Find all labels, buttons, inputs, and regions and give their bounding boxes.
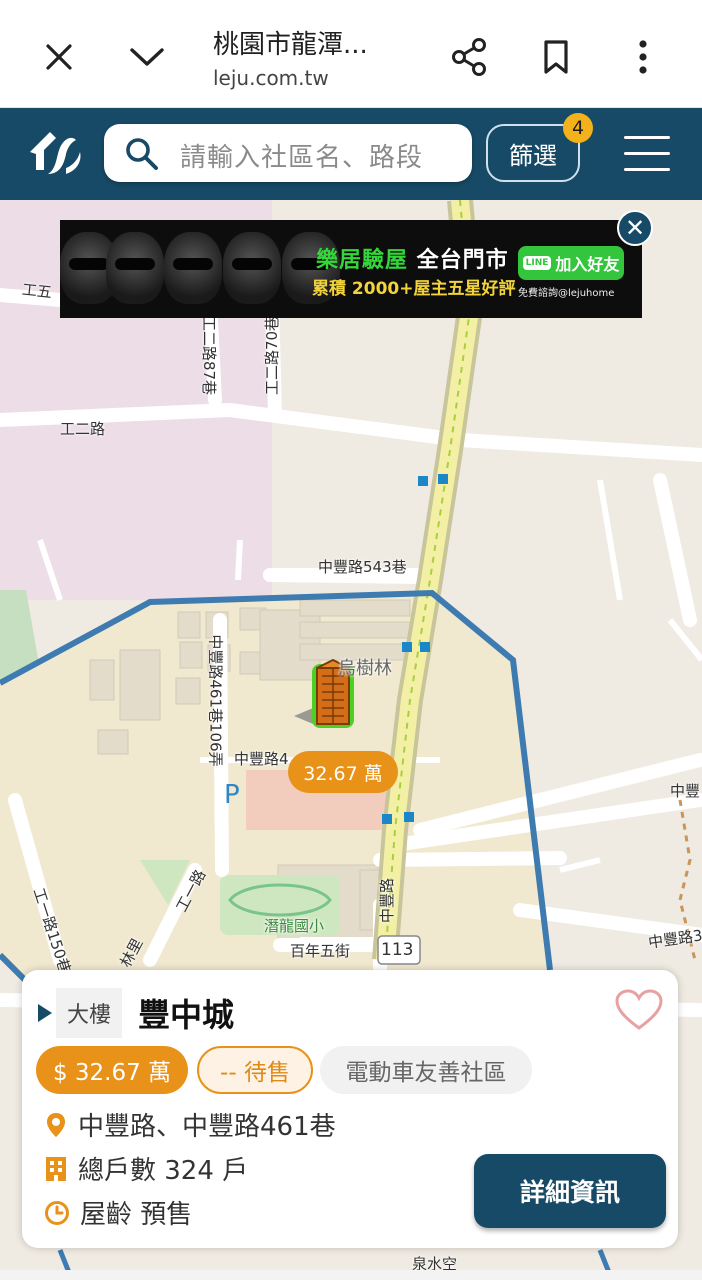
ad-banner[interactable]: 樂居驗屋 全台門市 累積 2000+屋主五星好評 LINE 加入好友 免費諮詢@l… [60, 220, 642, 318]
ad-subtitle: 累積 2000+屋主五星好評 [312, 279, 516, 299]
close-tab-button[interactable] [40, 38, 78, 76]
map-label: 中豐路 [378, 877, 397, 924]
hamburger-menu-button[interactable] [624, 136, 670, 172]
households-text: 總戶數 324 戶 [78, 1156, 249, 1186]
map-label: 烏樹林 [338, 658, 392, 679]
building-icon [46, 1156, 66, 1181]
age-text: 屋齡 預售 [80, 1200, 193, 1230]
ad-close-button[interactable]: ✕ [617, 210, 653, 246]
collapse-button[interactable] [126, 38, 168, 76]
page-title: 桃園市龍潭... [213, 30, 368, 60]
map-label: 中豐路4 [234, 750, 289, 768]
menu-line [624, 152, 670, 155]
address-row: 中豐路、中豐路461巷 [44, 1106, 336, 1143]
svg-text:P: P [224, 780, 240, 810]
age-row: 屋齡 預售 [44, 1194, 192, 1231]
app-header: 請輸入社區名、路段 篩選 [0, 108, 702, 200]
details-button[interactable]: 詳細資訊 [474, 1154, 666, 1228]
location-pin-icon [47, 1112, 65, 1137]
map-label: 中豐路461巷106弄 [206, 634, 225, 767]
line-icon: LINE [522, 256, 552, 270]
clock-icon [45, 1200, 69, 1225]
households-row: 總戶數 324 戶 [44, 1150, 248, 1187]
feature-chip: 電動車友善社區 [320, 1046, 532, 1094]
search-icon [126, 138, 158, 170]
ad-gorilla-image [106, 232, 164, 304]
chevron-down-icon [130, 48, 164, 66]
expand-triangle-icon[interactable] [38, 1004, 52, 1022]
map-label: 工五 [21, 280, 53, 302]
share-button[interactable] [448, 34, 490, 80]
more-vertical-icon [639, 40, 647, 74]
route-shield-label: 113 [381, 940, 414, 960]
leju-logo[interactable] [26, 124, 86, 184]
map-label: 百年五街 [290, 942, 351, 960]
close-icon [46, 44, 72, 70]
property-name: 豐中城 [138, 996, 235, 1034]
search-placeholder: 請輸入社區名、路段 [180, 143, 424, 173]
map-label: 中豐路543巷 [318, 558, 407, 576]
more-options-button[interactable] [628, 34, 658, 80]
favorite-button[interactable] [614, 988, 664, 1036]
property-type-tag: 大樓 [56, 988, 122, 1038]
menu-line [624, 136, 670, 139]
menu-line [624, 168, 670, 171]
property-card[interactable]: 大樓 豐中城 $ 32.67 萬 -- 待售 電動車友善社區 中豐路、中豐路46… [22, 970, 678, 1248]
bookmark-icon [544, 40, 568, 74]
price-chip: $ 32.67 萬 [36, 1046, 188, 1094]
ad-note: 免費諮詢@lejuhome [518, 288, 615, 299]
map-label: 工二路70巷 [263, 315, 282, 396]
status-chip: -- 待售 [197, 1046, 313, 1094]
map-label: 工二路87巷 [200, 315, 219, 396]
map-label: 潛龍國小 [264, 917, 325, 935]
address-text: 中豐路、中豐路461巷 [78, 1112, 336, 1142]
ad-gorilla-image [223, 232, 281, 304]
filter-count-badge: 4 [563, 113, 593, 143]
bookmark-button[interactable] [536, 34, 576, 80]
browser-toolbar: 桃園市龍潭... leju.com.tw [0, 0, 702, 108]
ad-gorilla-image [164, 232, 222, 304]
ad-title: 樂居驗屋 全台門市 [316, 248, 509, 273]
ad-line-add-friend-button[interactable]: LINE 加入好友 [518, 246, 624, 280]
bottom-edge [0, 1270, 702, 1280]
search-input[interactable]: 請輸入社區名、路段 [104, 124, 472, 182]
page-url: leju.com.tw [213, 66, 329, 90]
map-label: 工二路 [60, 420, 106, 438]
map-label: 中豐 [670, 782, 701, 800]
heart-icon [615, 989, 663, 1030]
share-icon [452, 38, 486, 76]
map-price-marker[interactable]: 32.67 萬 [288, 751, 398, 793]
